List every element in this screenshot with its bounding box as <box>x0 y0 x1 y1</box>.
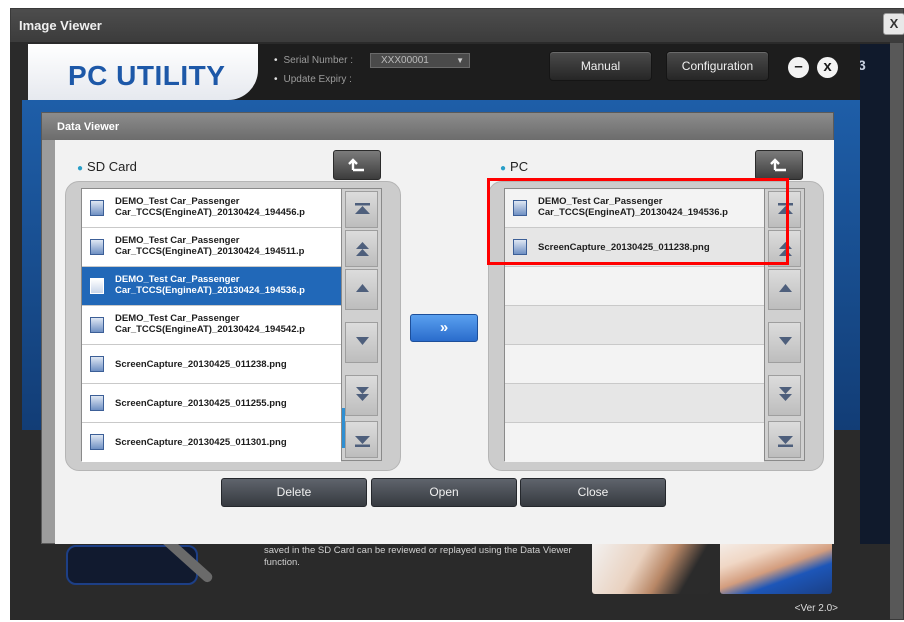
close-app-button[interactable]: x <box>817 57 838 78</box>
logo-panel: PC UTILITY <box>28 44 258 100</box>
sd-card-file-item[interactable]: ScreenCapture_20130425_011301.png <box>82 423 341 462</box>
bullet-icon: ● <box>77 163 84 174</box>
serial-number-value: XXX00001 <box>381 55 429 66</box>
manual-button[interactable]: Manual <box>549 51 652 81</box>
scroll-up-button[interactable] <box>768 269 801 310</box>
bullet-icon: ● <box>500 163 507 174</box>
arrow-up-icon <box>356 284 369 292</box>
arrow-down-icon <box>356 337 369 345</box>
sd-card-file-item-selected[interactable]: DEMO_Test Car_Passenger Car_TCCS(EngineA… <box>82 267 341 306</box>
transfer-to-pc-button[interactable]: » <box>410 314 478 342</box>
file-icon <box>90 200 104 216</box>
file-name-line1: DEMO_Test Car_Passenger <box>115 196 240 207</box>
sd-card-file-item[interactable]: ScreenCapture_20130425_011255.png <box>82 384 341 423</box>
configuration-button[interactable]: Configuration <box>666 51 769 81</box>
sd-card-panel: DEMO_Test Car_Passenger Car_TCCS(EngineA… <box>65 181 401 471</box>
file-icon <box>90 278 104 294</box>
scroll-top-icon <box>355 203 370 214</box>
file-name: DEMO_Test Car_Passenger Car_TCCS(EngineA… <box>115 313 339 335</box>
arrow-up-icon <box>779 284 792 292</box>
window-close-button[interactable]: X <box>883 13 904 35</box>
file-name: ScreenCapture_20130425_011255.png <box>115 398 287 409</box>
sd-card-file-item[interactable]: DEMO_Test Car_Passenger Car_TCCS(EngineA… <box>82 228 341 267</box>
update-expiry-label: Update Expiry : <box>283 74 352 85</box>
pc-empty-row <box>505 423 764 462</box>
sd-card-file-item[interactable]: DEMO_Test Car_Passenger Car_TCCS(EngineA… <box>82 189 341 228</box>
file-icon <box>90 356 104 372</box>
page-up-icon <box>356 242 369 256</box>
scroll-page-down-button[interactable] <box>768 375 801 416</box>
file-name: DEMO_Test Car_Passenger Car_TCCS(EngineA… <box>115 235 339 257</box>
file-name: DEMO_Test Car_Passenger Car_TCCS(EngineA… <box>115 274 339 296</box>
file-name-line1: DEMO_Test Car_Passenger <box>115 313 240 324</box>
serial-number-row: • Serial Number : <box>274 55 353 66</box>
window-title: Image Viewer <box>19 18 102 33</box>
pc-empty-row <box>505 306 764 345</box>
open-button[interactable]: Open <box>371 478 517 507</box>
update-expiry-row: • Update Expiry : <box>274 74 352 85</box>
sd-card-file-item[interactable]: ScreenCapture_20130425_011238.png <box>82 345 341 384</box>
file-name: ScreenCapture_20130425_011238.png <box>115 359 287 370</box>
scroll-page-down-button[interactable] <box>345 375 378 416</box>
sd-card-heading: ● SD Card <box>77 159 137 174</box>
pc-empty-row <box>505 384 764 423</box>
pc-empty-row <box>505 345 764 384</box>
right-background-panel <box>860 44 890 544</box>
sd-card-title: SD Card <box>87 159 137 174</box>
file-name-line2: Car_TCCS(EngineAT)_20130424_194511.p <box>115 246 305 257</box>
scroll-top-button[interactable] <box>345 191 378 228</box>
bullet-icon: • <box>274 55 278 66</box>
chevron-down-icon: ▼ <box>456 56 464 65</box>
sd-card-up-folder-button[interactable] <box>333 150 381 180</box>
file-name-line2: Car_TCCS(EngineAT)_20130424_194456.p <box>115 207 305 218</box>
scroll-down-button[interactable] <box>768 322 801 363</box>
scroll-bottom-icon <box>355 436 370 447</box>
file-name-line1: DEMO_Test Car_Passenger <box>115 274 240 285</box>
file-icon <box>90 239 104 255</box>
scroll-bottom-button[interactable] <box>768 421 801 458</box>
page-down-icon <box>356 387 369 401</box>
sd-card-scrollbar[interactable] <box>342 188 382 461</box>
app-logo: PC UTILITY <box>68 60 226 91</box>
scroll-up-button[interactable] <box>345 269 378 310</box>
folder-up-icon <box>348 158 364 172</box>
highlight-box <box>487 178 789 265</box>
delete-button[interactable]: Delete <box>221 478 367 507</box>
file-icon <box>90 395 104 411</box>
data-viewer-dialog: Data Viewer ● SD Card ● PC DEMO_Test Car… <box>41 112 834 544</box>
folder-up-icon <box>770 158 786 172</box>
sd-card-file-list[interactable]: DEMO_Test Car_Passenger Car_TCCS(EngineA… <box>81 188 342 462</box>
serial-number-select[interactable]: XXX00001 ▼ <box>370 53 470 68</box>
app-header: PC UTILITY • Serial Number : XXX00001 ▼ •… <box>28 44 860 100</box>
scroll-bottom-button[interactable] <box>345 421 378 458</box>
minimize-button[interactable]: – <box>788 57 809 78</box>
version-label: <Ver 2.0> <box>794 603 838 614</box>
scroll-page-up-button[interactable] <box>345 230 378 267</box>
pc-heading: ● PC <box>500 159 528 174</box>
serial-number-label: Serial Number : <box>283 55 353 66</box>
scroll-bottom-icon <box>778 436 793 447</box>
arrow-down-icon <box>779 337 792 345</box>
file-name-line2: Car_TCCS(EngineAT)_20130424_194542.p <box>115 324 305 335</box>
file-name-line2: Car_TCCS(EngineAT)_20130424_194536.p <box>115 285 305 296</box>
pc-empty-row <box>505 267 764 306</box>
pc-up-folder-button[interactable] <box>755 150 803 180</box>
pc-title: PC <box>510 159 529 174</box>
dialog-titlebar: Data Viewer <box>42 113 833 140</box>
file-name-line1: DEMO_Test Car_Passenger <box>115 235 240 246</box>
file-name: ScreenCapture_20130425_011301.png <box>115 437 287 448</box>
close-button[interactable]: Close <box>520 478 666 507</box>
image-viewer-titlebar: Image Viewer X <box>11 9 904 43</box>
file-name: DEMO_Test Car_Passenger Car_TCCS(EngineA… <box>115 196 339 218</box>
sd-card-file-item[interactable]: DEMO_Test Car_Passenger Car_TCCS(EngineA… <box>82 306 341 345</box>
bullet-icon: • <box>274 74 278 85</box>
file-icon <box>90 317 104 333</box>
scroll-down-button[interactable] <box>345 322 378 363</box>
photo-hand-device <box>592 538 710 594</box>
page-down-icon <box>779 387 792 401</box>
description-text: saved in the SD Card can be reviewed or … <box>264 545 572 568</box>
file-icon <box>90 434 104 450</box>
dialog-title: Data Viewer <box>57 121 120 133</box>
